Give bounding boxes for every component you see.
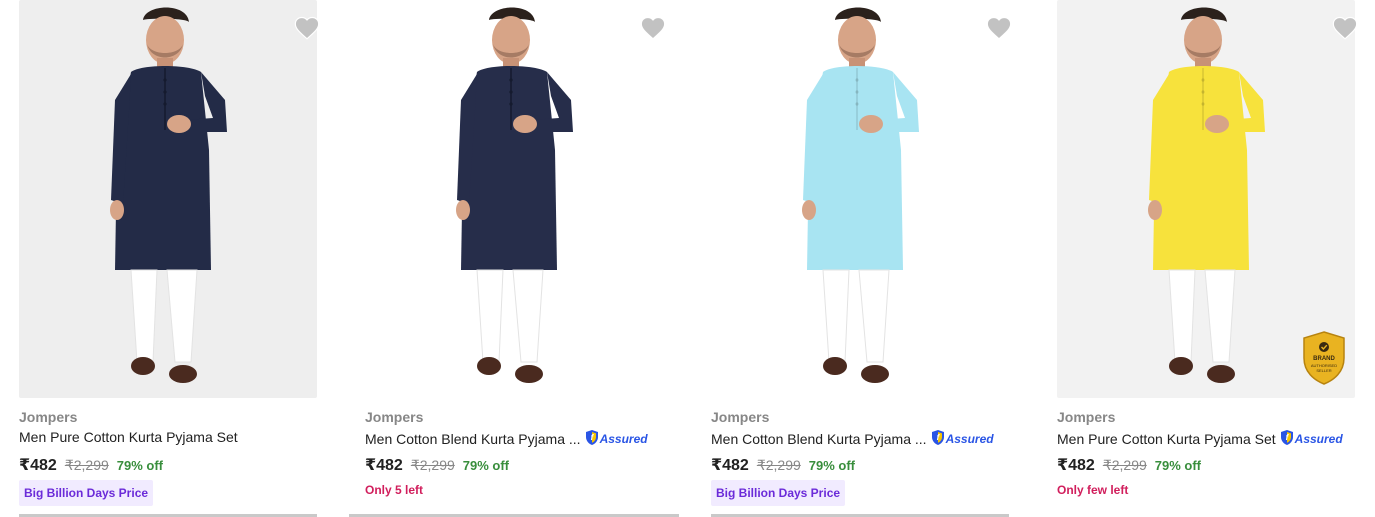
price-row: ₹482 ₹2,299 79% off [19, 455, 163, 475]
original-price: ₹2,299 [410, 457, 455, 473]
discount-label: 79% off [116, 458, 164, 473]
selling-price: ₹482 [1057, 457, 1095, 474]
assured-shield-icon: f [584, 429, 600, 449]
price-row: ₹482 ₹2,299 79% off [365, 455, 509, 475]
product-image[interactable] [19, 0, 317, 398]
assured-label: Assured [599, 432, 648, 446]
product-title-text: Men Pure Cotton Kurta Pyjama Set [19, 429, 238, 445]
assured-shield-icon: f [930, 429, 946, 449]
price-row: ₹482 ₹2,299 79% off [711, 455, 855, 475]
stock-status: Only few left [1057, 483, 1129, 497]
product-title[interactable]: Men Cotton Blend Kurta Pyjama ... f Assu… [365, 429, 648, 449]
original-price: ₹2,299 [1102, 457, 1147, 473]
assured-badge: f Assured [584, 429, 648, 449]
heart-icon[interactable] [1331, 14, 1359, 42]
discount-label: 79% off [1154, 458, 1202, 473]
selling-price: ₹482 [19, 457, 57, 474]
assured-badge: f Assured [930, 429, 994, 449]
product-card[interactable]: Jompers Men Pure Cotton Kurta Pyjama Set… [19, 0, 339, 517]
original-price: ₹2,299 [64, 457, 109, 473]
product-image[interactable] [711, 0, 1009, 398]
big-billion-days-badge: Big Billion Days Price [711, 480, 846, 506]
product-brand: Jompers [1057, 409, 1116, 425]
assured-label: Assured [945, 432, 994, 446]
product-card[interactable]: Jompers Men Cotton Blend Kurta Pyjama ..… [711, 0, 1031, 517]
product-card[interactable]: BRAND AUTHORISED SELLER Jompers Men Pure… [1057, 0, 1375, 517]
product-title[interactable]: Men Pure Cotton Kurta Pyjama Set f Assur… [1057, 429, 1343, 449]
product-title-text: Men Cotton Blend Kurta Pyjama ... [711, 431, 927, 447]
product-title[interactable]: Men Pure Cotton Kurta Pyjama Set [19, 429, 238, 445]
assured-label: Assured [1294, 432, 1343, 446]
selling-price: ₹482 [711, 457, 749, 474]
product-brand: Jompers [711, 409, 770, 425]
heart-icon[interactable] [293, 14, 321, 42]
product-title[interactable]: Men Cotton Blend Kurta Pyjama ... f Assu… [711, 429, 994, 449]
assured-shield-icon: f [1279, 429, 1295, 449]
stock-status: Only 5 left [365, 483, 424, 497]
discount-label: 79% off [462, 458, 510, 473]
svg-text:SELLER: SELLER [1316, 368, 1331, 373]
original-price: ₹2,299 [756, 457, 801, 473]
discount-label: 79% off [808, 458, 856, 473]
product-card[interactable]: Jompers Men Cotton Blend Kurta Pyjama ..… [349, 0, 685, 517]
price-row: ₹482 ₹2,299 79% off [1057, 455, 1201, 475]
product-title-text: Men Pure Cotton Kurta Pyjama Set [1057, 431, 1276, 447]
selling-price: ₹482 [365, 457, 403, 474]
svg-text:BRAND: BRAND [1313, 356, 1335, 362]
product-title-text: Men Cotton Blend Kurta Pyjama ... [365, 431, 581, 447]
heart-icon[interactable] [985, 14, 1013, 42]
big-billion-days-badge: Big Billion Days Price [19, 480, 154, 506]
product-brand: Jompers [365, 409, 424, 425]
assured-badge: f Assured [1279, 429, 1343, 449]
brand-authorised-seller-seal: BRAND AUTHORISED SELLER [1300, 330, 1348, 391]
heart-icon[interactable] [639, 14, 667, 42]
product-brand: Jompers [19, 409, 78, 425]
product-image[interactable] [365, 0, 663, 398]
